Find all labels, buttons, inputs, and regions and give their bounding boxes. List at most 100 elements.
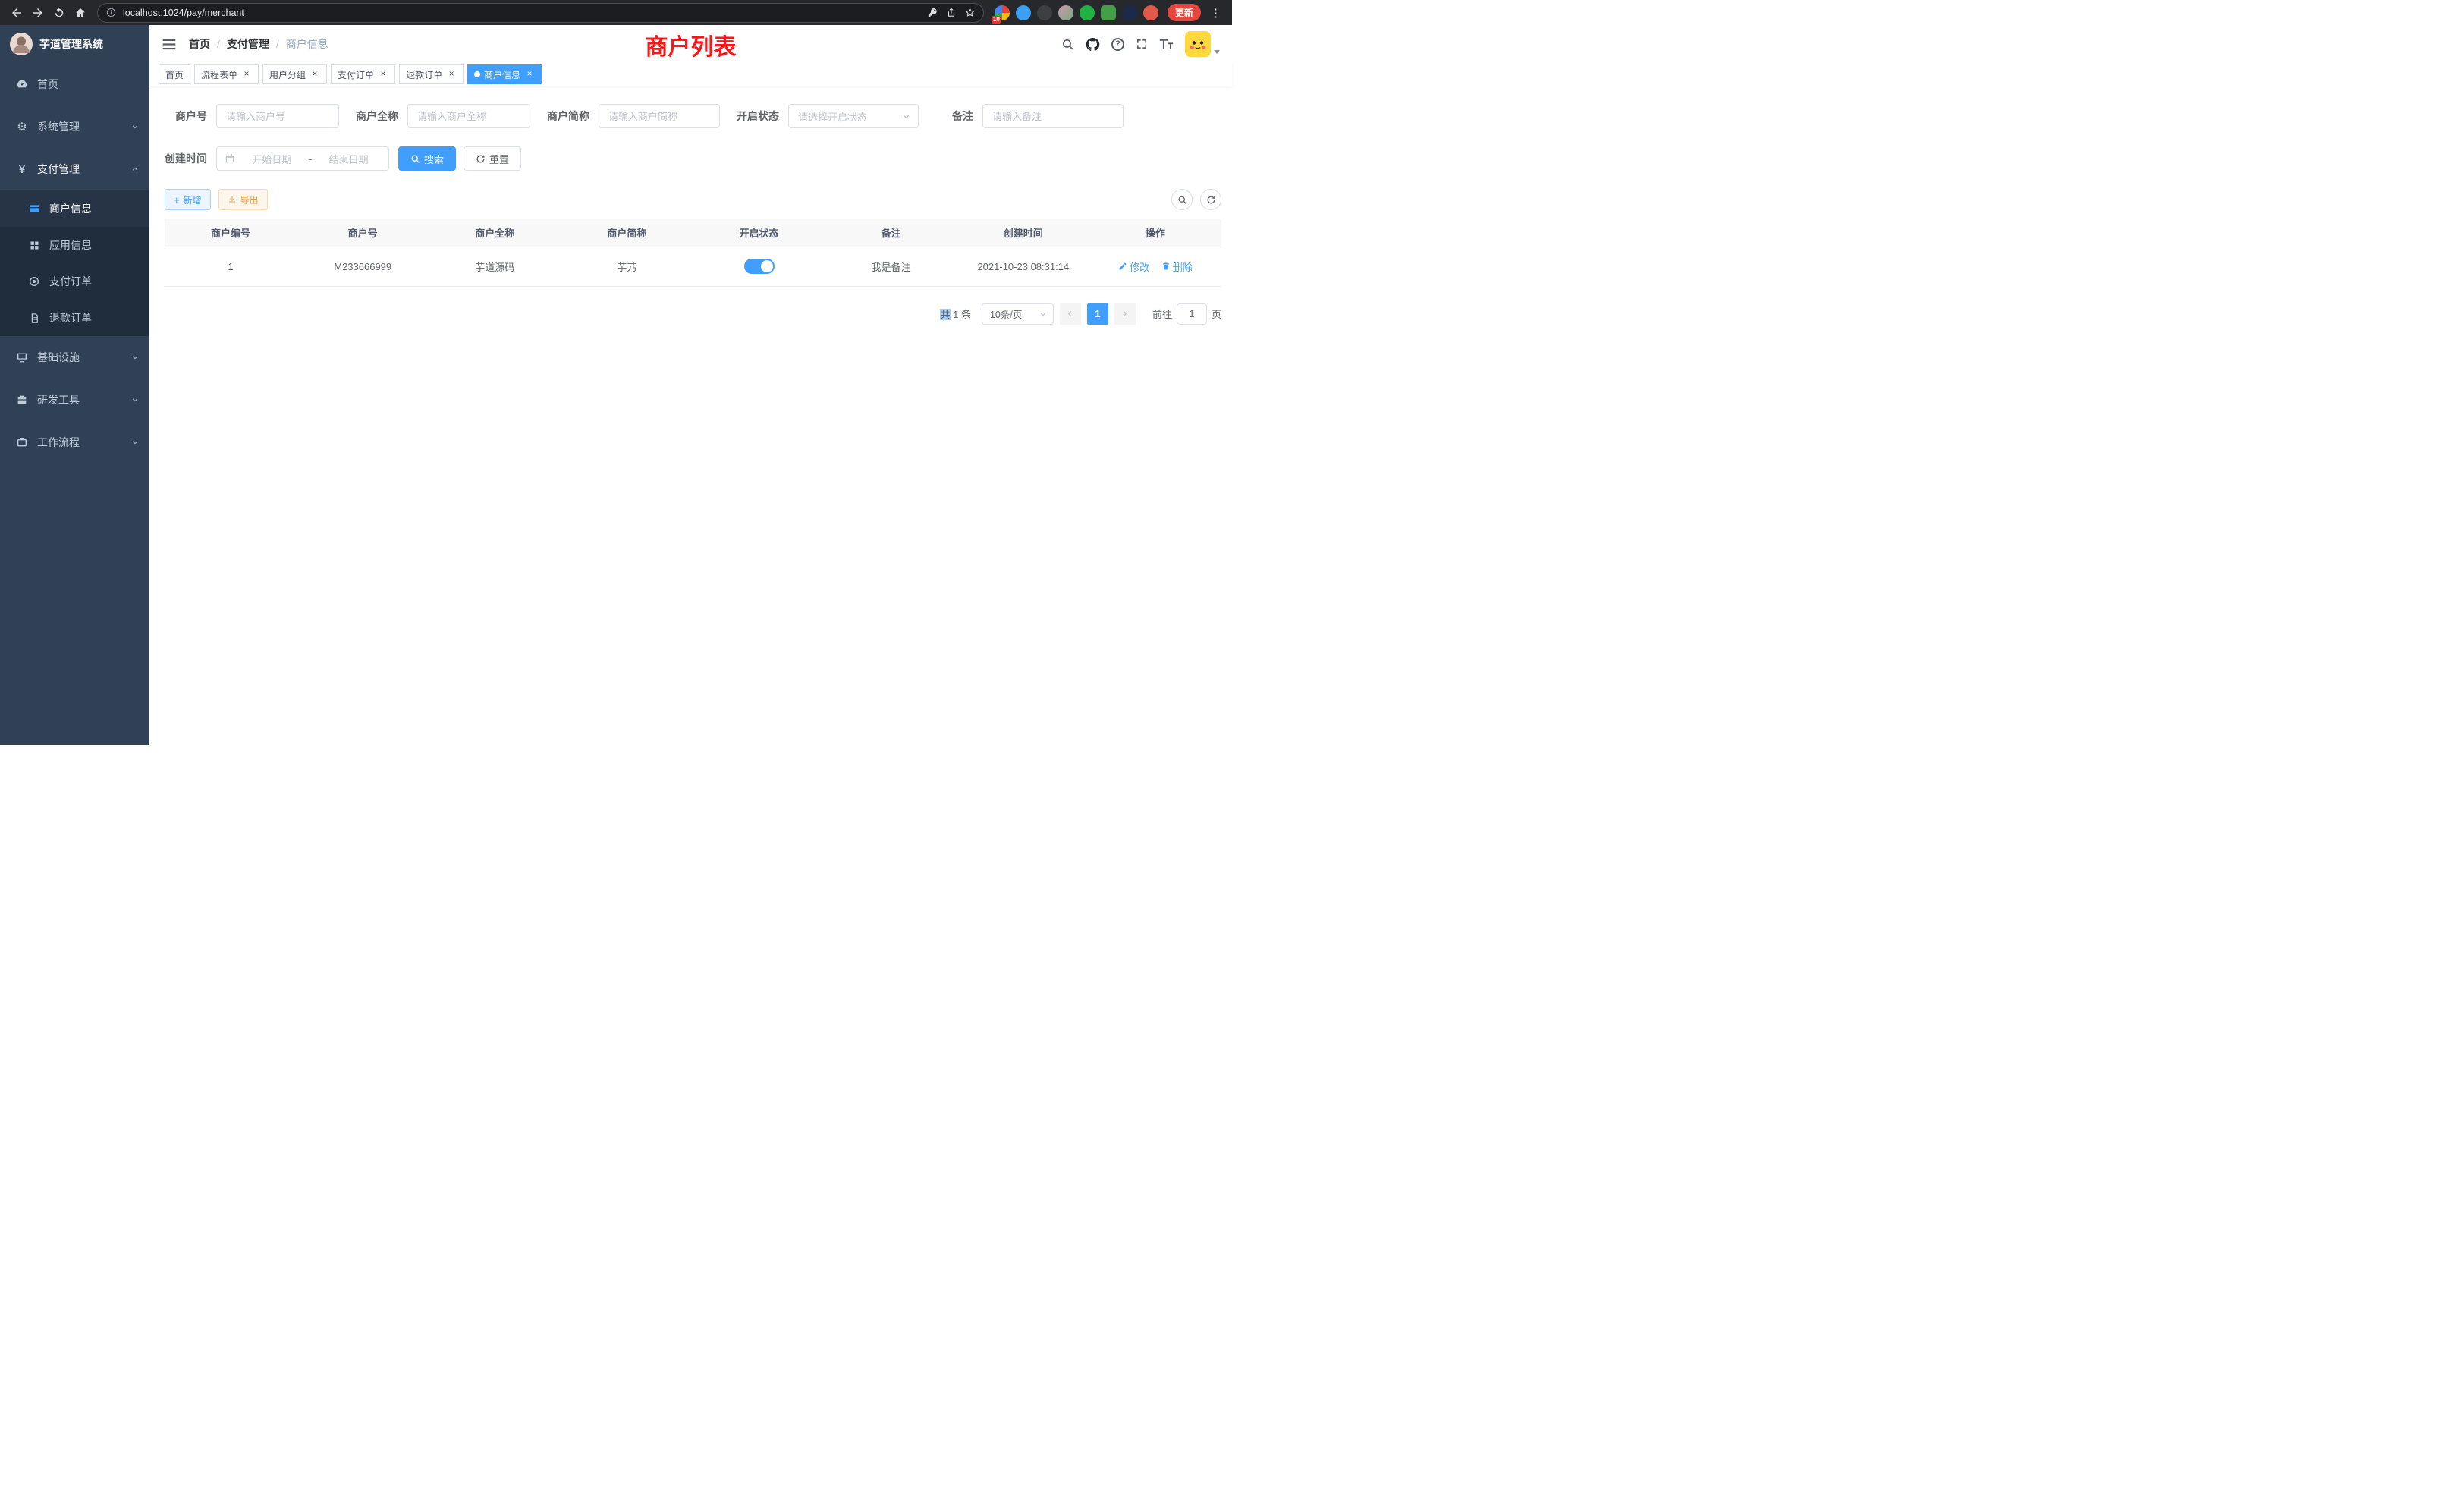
- search-icon[interactable]: [1061, 38, 1074, 51]
- cell-short-name: 芋艿: [561, 247, 693, 286]
- page-1-button[interactable]: 1: [1087, 303, 1108, 325]
- grid-icon: [27, 240, 41, 251]
- page-jump: 前往 页: [1152, 303, 1221, 325]
- fullscreen-icon[interactable]: [1136, 38, 1148, 50]
- cell-merchant-no: M233666999: [297, 247, 429, 286]
- close-icon[interactable]: ×: [310, 69, 320, 80]
- top-navbar: 首页 / 支付管理 / 商户信息 商户列表 ?: [149, 25, 1232, 63]
- extension-green-square-icon[interactable]: [1101, 5, 1116, 20]
- bookmark-star-icon[interactable]: [964, 7, 976, 18]
- export-button[interactable]: 导出: [218, 189, 268, 210]
- sidebar-item-refund-order[interactable]: 退款订单: [0, 300, 149, 336]
- merchant-full-name-label: 商户全称: [356, 108, 398, 124]
- tab-user-group[interactable]: 用户分组 ×: [262, 64, 327, 84]
- next-page-button[interactable]: [1114, 303, 1136, 325]
- browser-menu-icon[interactable]: ⋮: [1205, 6, 1226, 20]
- sidebar-item-infrastructure[interactable]: 基础设施: [0, 336, 149, 379]
- home-icon: [74, 7, 86, 19]
- refresh-table-button[interactable]: [1200, 189, 1221, 210]
- sidebar-item-payment[interactable]: ¥ 支付管理: [0, 148, 149, 190]
- search-toggle-button[interactable]: [1171, 189, 1193, 210]
- close-icon[interactable]: ×: [378, 69, 388, 80]
- back-button[interactable]: [6, 2, 27, 24]
- share-icon[interactable]: [946, 7, 957, 18]
- sidebar-item-merchant-info[interactable]: 商户信息: [0, 190, 149, 227]
- app-title: 芋道管理系统: [39, 36, 103, 52]
- trash-icon: [1161, 262, 1171, 271]
- extension-pinwheel-icon[interactable]: [1122, 5, 1137, 20]
- help-icon[interactable]: ?: [1111, 38, 1124, 51]
- breadcrumb-home[interactable]: 首页: [189, 36, 210, 52]
- remark-input[interactable]: [982, 104, 1124, 128]
- sidebar-item-home[interactable]: 首页: [0, 63, 149, 105]
- edit-button[interactable]: 修改: [1118, 259, 1149, 274]
- logo[interactable]: 芋道管理系统: [0, 25, 149, 63]
- user-avatar: [1185, 31, 1211, 57]
- font-size-icon[interactable]: [1159, 38, 1174, 50]
- close-icon[interactable]: ×: [524, 69, 535, 80]
- tab-merchant-info[interactable]: 商户信息 ×: [467, 64, 542, 84]
- merchant-short-name-input[interactable]: [599, 104, 720, 128]
- browser-update-button[interactable]: 更新: [1168, 4, 1201, 21]
- url-text[interactable]: localhost:1024/pay/merchant: [123, 8, 921, 18]
- tags-view: 首页 流程表单 × 用户分组 × 支付订单 × 退款订单 × 商户信息 ×: [149, 63, 1232, 86]
- extension-colorful-icon[interactable]: 10: [995, 5, 1010, 20]
- credit-card-icon: [27, 203, 41, 215]
- monitor-icon: [15, 351, 29, 363]
- chevron-up-icon: [131, 165, 139, 173]
- search-button[interactable]: 搜索: [398, 146, 456, 171]
- forward-button[interactable]: [27, 2, 49, 24]
- sidebar-item-workflow[interactable]: 工作流程: [0, 421, 149, 464]
- add-button[interactable]: + 新增: [165, 189, 211, 210]
- address-bar[interactable]: localhost:1024/pay/merchant: [97, 3, 984, 23]
- merchant-no-input[interactable]: [216, 104, 339, 128]
- remark-label: 备注: [952, 108, 973, 124]
- tab-pay-order[interactable]: 支付订单 ×: [331, 64, 395, 84]
- reset-button[interactable]: 重置: [464, 146, 521, 171]
- tab-home[interactable]: 首页: [159, 64, 190, 84]
- navbar-actions: ?: [1061, 31, 1220, 57]
- breadcrumb-separator: /: [276, 38, 279, 50]
- sidebar-item-app-info[interactable]: 应用信息: [0, 227, 149, 263]
- delete-button[interactable]: 删除: [1161, 259, 1193, 274]
- status-select[interactable]: 请选择开启状态: [788, 104, 919, 128]
- reload-button[interactable]: [49, 2, 70, 24]
- home-button[interactable]: [70, 2, 91, 24]
- site-info-icon[interactable]: [105, 7, 117, 18]
- user-menu[interactable]: [1185, 31, 1220, 57]
- extension-dark-icon[interactable]: [1037, 5, 1052, 20]
- tab-refund-order[interactable]: 退款订单 ×: [399, 64, 464, 84]
- breadcrumb-payment[interactable]: 支付管理: [227, 36, 269, 52]
- col-merchant-id: 商户编号: [165, 219, 297, 247]
- github-icon[interactable]: [1086, 37, 1100, 52]
- extension-green-circle-icon[interactable]: [1080, 5, 1095, 20]
- page-size-select[interactable]: 10条/页: [982, 303, 1054, 325]
- prev-page-button[interactable]: [1060, 303, 1081, 325]
- merchant-full-name-input[interactable]: [407, 104, 530, 128]
- chevron-down-icon: [131, 396, 139, 404]
- tab-process-form[interactable]: 流程表单 ×: [194, 64, 259, 84]
- date-range-picker[interactable]: 开始日期 - 结束日期: [216, 146, 389, 171]
- chevron-down-icon: [131, 123, 139, 130]
- extension-blue-drop-icon[interactable]: [1016, 5, 1031, 20]
- col-short-name: 商户简称: [561, 219, 693, 247]
- page-jump-input[interactable]: [1177, 303, 1207, 325]
- col-full-name: 商户全称: [429, 219, 561, 247]
- cell-merchant-id: 1: [165, 247, 297, 286]
- extension-avatar-icon[interactable]: [1058, 5, 1073, 20]
- close-icon[interactable]: ×: [446, 69, 457, 80]
- close-icon[interactable]: ×: [241, 69, 252, 80]
- sidebar-item-system[interactable]: ⚙ 系统管理: [0, 105, 149, 148]
- sidebar-item-dev-tools[interactable]: 研发工具: [0, 379, 149, 421]
- password-key-icon[interactable]: [927, 7, 938, 18]
- status-toggle[interactable]: [744, 259, 775, 274]
- start-date-placeholder[interactable]: 开始日期: [240, 152, 304, 166]
- create-time-label: 创建时间: [165, 151, 207, 166]
- page-content: 商户号 商户全称 商户简称 开启状态 请选择开启状态: [149, 86, 1232, 745]
- extension-orange-avatar-icon[interactable]: [1143, 5, 1158, 20]
- browser-toolbar: localhost:1024/pay/merchant 10 更新 ⋮: [0, 0, 1232, 25]
- sidebar-item-pay-order[interactable]: 支付订单: [0, 263, 149, 300]
- search-form-row-1: 商户号 商户全称 商户简称 开启状态 请选择开启状态: [165, 104, 1221, 128]
- end-date-placeholder[interactable]: 结束日期: [316, 152, 381, 166]
- hamburger-icon[interactable]: [162, 38, 177, 51]
